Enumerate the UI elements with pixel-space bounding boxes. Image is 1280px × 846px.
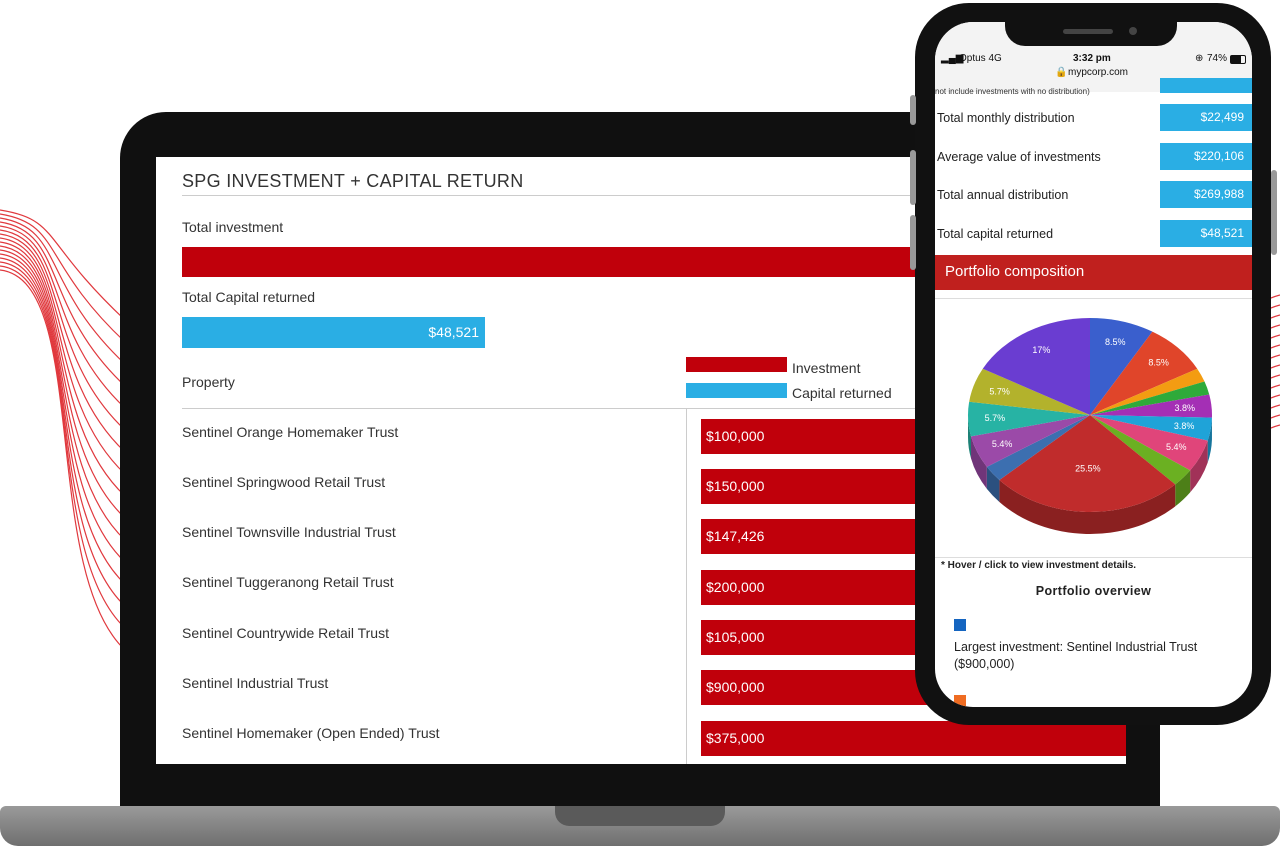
property-name: Sentinel Industrial Trust <box>182 675 329 691</box>
property-name: Sentinel Townsville Industrial Trust <box>182 524 396 540</box>
pie-slice-label: 5.7% <box>985 413 1006 423</box>
legend-swatch-orange <box>954 695 966 707</box>
largest-investment-text: Largest investment: Sentinel Industrial … <box>954 640 1198 671</box>
swoosh-line <box>0 221 126 387</box>
swoosh-line <box>0 261 126 607</box>
legend-capital-swatch <box>686 383 787 398</box>
lock-icon: 🔒 <box>1055 67 1068 78</box>
clock: 3:32 pm <box>1073 53 1111 64</box>
chart-bottom-divider <box>935 557 1252 558</box>
stat-value: $48,521 <box>1160 220 1252 247</box>
pie-slice-label: 17% <box>1032 345 1050 355</box>
speaker-grille <box>1063 29 1113 34</box>
stat-value: $269,988 <box>1160 181 1252 208</box>
stat-label: Total annual distribution <box>937 188 1069 202</box>
pie-slice-label: 8.5% <box>1148 358 1169 368</box>
phone-power-button <box>1271 170 1277 255</box>
battery-icon <box>1230 55 1246 64</box>
stat-value: $220,106 <box>1160 143 1252 170</box>
hover-note: * Hover / click to view investment detai… <box>941 560 1137 571</box>
total-capital-label: Total Capital returned <box>182 289 316 305</box>
pie-slice-label: 3.8% <box>1174 421 1195 431</box>
pie-slice-label: 5.4% <box>1166 442 1187 452</box>
portfolio-pie-chart[interactable]: 8.5% 8.5% 3.8% 3.8% 5.4% 25.5% 5.4% 5.7% 5.7% 17% <box>965 310 1225 550</box>
total-investment-label: Total investment <box>182 219 284 235</box>
phone-volume-down <box>910 215 916 270</box>
portfolio-header: Portfolio composition <box>945 263 1085 280</box>
stat-label: Total monthly distribution <box>937 111 1075 125</box>
stat-label: Average value of investments <box>937 150 1101 164</box>
property-name: Sentinel Orange Homemaker Trust <box>182 424 399 440</box>
phone-volume-up <box>910 150 916 205</box>
battery-percent: 74% <box>1207 53 1228 64</box>
carrier-label: Optus 4G <box>959 53 1002 64</box>
phone-notch <box>1005 18 1177 46</box>
legend-swatch-blue <box>954 619 966 631</box>
chart-top-divider <box>935 298 1252 299</box>
pie-slice-label: 3.8% <box>1174 403 1195 413</box>
pie-slice-label: 5.7% <box>989 386 1010 396</box>
portfolio-header-bar: Portfolio composition <box>935 255 1252 290</box>
stat-value: $22,499 <box>1160 104 1252 131</box>
table-column-divider <box>686 408 687 764</box>
stat-label: Total capital returned <box>937 227 1054 241</box>
legend-investment-swatch <box>686 357 787 372</box>
swoosh-line <box>0 269 126 651</box>
cut-off-value-bar <box>1160 78 1252 93</box>
phone-side-button <box>910 95 916 125</box>
property-name: Sentinel Tuggeranong Retail Trust <box>182 574 394 590</box>
cut-off-note: not include investments with no distribu… <box>935 87 1090 96</box>
total-capital-bar[interactable]: $48,521 <box>182 317 485 348</box>
front-camera <box>1129 27 1137 35</box>
pie-slice-label: 25.5% <box>1075 463 1101 473</box>
investment-bar[interactable]: $375,000 <box>701 721 1126 756</box>
legend-investment-label: Investment <box>792 360 861 376</box>
property-name: Sentinel Homemaker (Open Ended) Trust <box>182 725 440 741</box>
property-name: Sentinel Countrywide Retail Trust <box>182 625 389 641</box>
total-capital-value: $48,521 <box>428 324 479 340</box>
property-name: Sentinel Springwood Retail Trust <box>182 474 386 490</box>
overview-title: Portfolio overview <box>1035 584 1152 598</box>
legend-capital-label: Capital returned <box>792 385 892 401</box>
section-title: SPG INVESTMENT + CAPITAL RETURN <box>182 171 524 191</box>
alarm-icon: ⊕ <box>1195 53 1204 64</box>
address-bar-url[interactable]: mypcorp.com <box>1068 67 1128 78</box>
phone-screen: ▂▄▆ Optus 4G 3:32 pm ⊕ 74% 🔒 mypcorp.com… <box>935 22 1252 707</box>
pie-slice-label: 5.4% <box>992 439 1013 449</box>
laptop-hinge-notch <box>555 806 725 826</box>
property-header: Property <box>182 374 235 390</box>
pie-slice-label: 8.5% <box>1105 337 1126 347</box>
